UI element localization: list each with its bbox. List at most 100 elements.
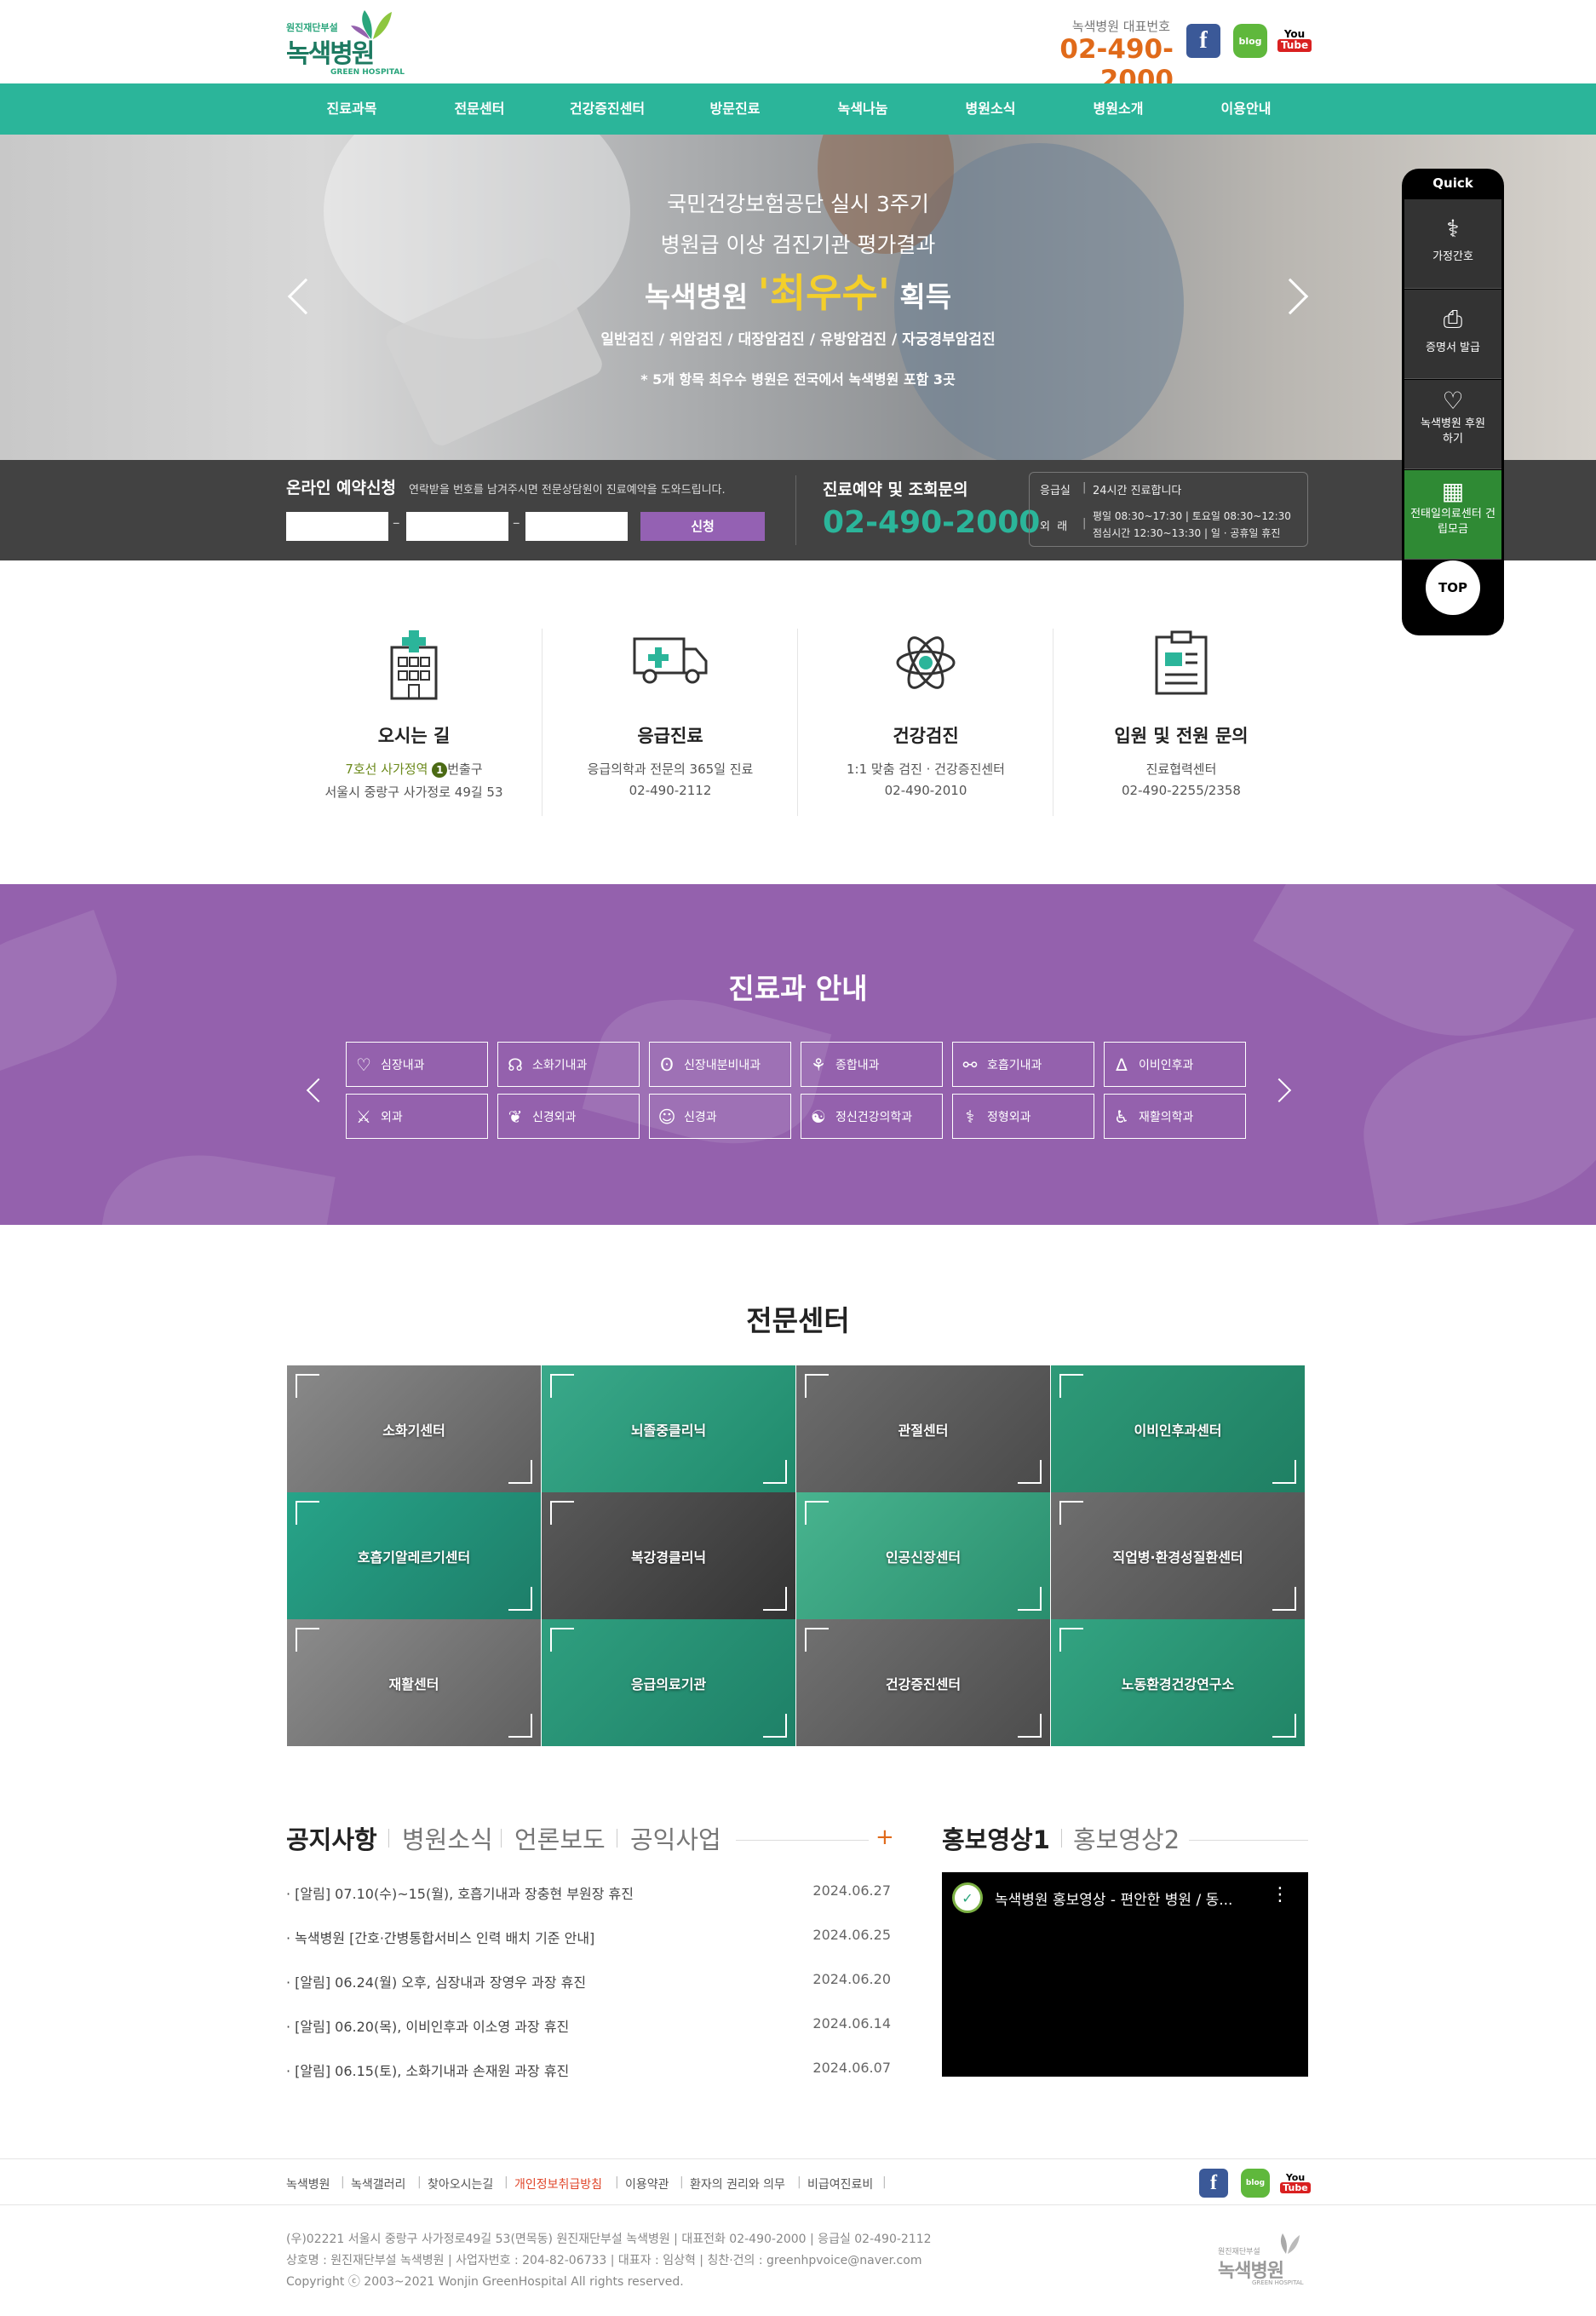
blog-icon[interactable]: blog (1233, 24, 1267, 58)
scroll-top-button[interactable]: TOP (1426, 560, 1480, 615)
center-ent[interactable]: 이비인후과센터 (1051, 1365, 1305, 1492)
footer-link-patient-rights[interactable]: 환자의 권리와 의무 (690, 2175, 785, 2192)
phone-input-1[interactable] (286, 512, 388, 541)
footer-link-nonpay[interactable]: 비급여진료비 (807, 2175, 873, 2192)
tab-hospital-news[interactable]: 병원소식 (402, 1820, 493, 1856)
dept-surgery[interactable]: ⚔ 외과 (346, 1094, 488, 1139)
quick-title: Quick (1432, 175, 1473, 191)
video-title[interactable]: 녹색병원 홍보영상 - 편안한 병원 / 동... (995, 1888, 1232, 1909)
nav-usage-guide[interactable]: 이용안내 (1182, 83, 1310, 135)
notice-item[interactable]: · [알림] 06.24(월) 오후, 심장내과 장영우 과장 휴진 2024.0… (286, 1971, 891, 1991)
footer-facebook-icon[interactable]: f (1199, 2169, 1228, 2198)
nav-home-visit[interactable]: 방문진료 (671, 83, 799, 135)
tab-notice[interactable]: 공지사항 (286, 1820, 377, 1856)
footer-link-terms[interactable]: 이용약관 (625, 2175, 669, 2192)
dept-nephrology[interactable]: ʘ 신장내분비내과 (649, 1042, 791, 1087)
hours-sep-1: | (1082, 481, 1087, 494)
nav-about[interactable]: 병원소개 (1054, 83, 1182, 135)
center-respiratory[interactable]: 호흡기알레르기센터 (287, 1492, 541, 1619)
nav-special-centers[interactable]: 전문센터 (416, 83, 543, 135)
hero-line-3-pre: 녹색병원 (644, 280, 749, 313)
quick-certificate[interactable]: ⎙ 증명서 발급 (1404, 290, 1501, 379)
footer-blog-icon[interactable]: blog (1241, 2169, 1270, 2198)
center-rehab[interactable]: 재활센터 (287, 1619, 541, 1746)
dept-neurosurgery[interactable]: ❦ 신경외과 (497, 1094, 640, 1139)
phone-input-3[interactable] (525, 512, 628, 541)
nav-health-center[interactable]: 건강증진센터 (543, 83, 671, 135)
inquiry-phone[interactable]: 02-490-2000 (823, 505, 1040, 540)
quick-link-title: 입원 및 전원 문의 (1114, 726, 1249, 746)
quick-center-fundraising[interactable]: ▦ 전태일의료센터 건립모금 (1404, 470, 1501, 560)
scalpel-icon: ⚔ (356, 1106, 371, 1127)
notice-more-button[interactable]: + (876, 1825, 894, 1850)
site-logo[interactable]: 원진재단부설 녹색병원 GREEN HOSPITAL (286, 7, 405, 78)
reservation-submit-button[interactable]: 신청 (640, 512, 765, 541)
departments-next-arrow[interactable] (1266, 1078, 1292, 1103)
nav-green-sharing[interactable]: 녹색나눔 (799, 83, 927, 135)
channel-avatar[interactable]: ✓ (952, 1882, 983, 1913)
dept-ent[interactable]: ∆ 이비인후과 (1104, 1042, 1246, 1087)
center-stroke[interactable]: 뇌졸중클리닉 (542, 1365, 795, 1492)
notice-title: · [알림] 06.20(목), 이비인후과 이소영 과장 휴진 (286, 2019, 570, 2035)
hero-line-4: 일반검진 / 위암검진 / 대장암검진 / 유방암검진 / 자궁경부암검진 (600, 331, 996, 348)
quick-link-admission[interactable]: 입원 및 전원 문의 진료협력센터 02-490-2255/2358 (1053, 629, 1309, 816)
facebook-icon[interactable]: f (1186, 24, 1220, 58)
hero-line-5: * 5개 항목 최우수 병원은 전국에서 녹색병원 포함 3곳 (640, 371, 956, 388)
tab-press[interactable]: 언론보도 (514, 1820, 606, 1856)
footer-link-hospital[interactable]: 녹색병원 (286, 2175, 330, 2192)
dept-gastroenterology[interactable]: ☊ 소화기내과 (497, 1042, 640, 1087)
youtube-icon[interactable]: You Tube (1277, 24, 1312, 58)
youtube-tube: Tube (1277, 39, 1312, 52)
quick-link-checkup[interactable]: 건강검진 1:1 맞춤 검진 · 건강증진센터 02-490-2010 (798, 629, 1053, 816)
footer-sep: | (882, 2175, 887, 2189)
phone-input-2[interactable] (406, 512, 508, 541)
notice-item[interactable]: · [알림] 06.15(토), 소화기내과 손재원 과장 휴진 2024.06.… (286, 2060, 891, 2080)
clipboard-icon (1053, 629, 1309, 705)
nav-departments[interactable]: 진료과목 (288, 83, 416, 135)
hero-highlight: '최우수' (757, 270, 890, 316)
departments-prev-arrow[interactable] (306, 1078, 331, 1103)
quick-link-emergency[interactable]: 응급진료 응급의학과 전문의 365일 진료 02-490-2112 (543, 629, 798, 816)
center-label: 재활센터 (388, 1675, 439, 1692)
dept-pulmonology[interactable]: ⚯ 호흡기내과 (952, 1042, 1094, 1087)
footer-link-directions[interactable]: 찾아오시는길 (428, 2175, 493, 2192)
heart-icon: ♡ (356, 1054, 371, 1075)
center-emergency[interactable]: 응급의료기관 (542, 1619, 795, 1746)
dept-psychiatry[interactable]: ☯ 정신건강의학과 (801, 1094, 943, 1139)
quick-link-title: 오시는 길 (377, 726, 451, 746)
center-dialysis[interactable]: 인공신장센터 (796, 1492, 1050, 1619)
center-laparoscopy[interactable]: 복강경클리닉 (542, 1492, 795, 1619)
center-digestive[interactable]: 소화기센터 (287, 1365, 541, 1492)
dept-cardiology[interactable]: ♡ 심장내과 (346, 1042, 488, 1087)
notice-title: · [알림] 06.15(토), 소화기내과 손재원 과장 휴진 (286, 2063, 570, 2079)
dept-label: 신경외과 (532, 1110, 577, 1124)
footer-link-privacy[interactable]: 개인정보취급방침 (514, 2175, 602, 2192)
dept-orthopedics[interactable]: ⚕ 정형외과 (952, 1094, 1094, 1139)
footer-link-gallery[interactable]: 녹색갤러리 (351, 2175, 405, 2192)
nurse-icon: ⚕ (1446, 215, 1460, 243)
center-labor-research[interactable]: 노동환경건강연구소 (1051, 1619, 1305, 1746)
center-joint[interactable]: 관절센터 (796, 1365, 1050, 1492)
quick-label: 증명서 발급 (1426, 342, 1480, 354)
center-health-promotion[interactable]: 건강증진센터 (796, 1619, 1050, 1746)
youtube-you: You (1283, 28, 1306, 40)
quick-donate[interactable]: ♡ 녹색병원 후원하기 (1404, 380, 1501, 469)
dept-neurology[interactable]: ☺ 신경과 (649, 1094, 791, 1139)
dept-internal-medicine[interactable]: ⚘ 종합내과 (801, 1042, 943, 1087)
footer-youtube-icon[interactable]: You Tube (1280, 2169, 1311, 2198)
dept-rehabilitation[interactable]: ♿ 재활의학과 (1104, 1094, 1246, 1139)
nav-hospital-news[interactable]: 병원소식 (927, 83, 1054, 135)
notice-title: · [알림] 07.10(수)~15(월), 호흡기내과 장충현 부원장 휴진 (286, 1886, 634, 1902)
hero-line-3-post: 획득 (899, 280, 952, 313)
video-player[interactable]: ✓ 녹색병원 홍보영상 - 편안한 병원 / 동... ⋮ (942, 1872, 1308, 2077)
notice-item[interactable]: · [알림] 06.20(목), 이비인후과 이소영 과장 휴진 2024.06.… (286, 2015, 891, 2036)
center-occupational[interactable]: 직업병·환경성질환센터 (1051, 1492, 1305, 1619)
tab-public-projects[interactable]: 공익사업 (630, 1820, 721, 1856)
video-menu-icon[interactable]: ⋮ (1271, 1884, 1289, 1905)
notice-item[interactable]: · 녹색병원 [간호·간병통합서비스 인력 배치 기준 안내] 2024.06.2… (286, 1927, 891, 1947)
quick-link-directions[interactable]: 오시는 길 7호선 사가정역 1 번출구 서울시 중랑구 사가정로 49길 53 (286, 629, 542, 816)
tab-video-2[interactable]: 홍보영상2 (1073, 1820, 1180, 1856)
notice-item[interactable]: · [알림] 07.10(수)~15(월), 호흡기내과 장충현 부원장 휴진 2… (286, 1882, 891, 1903)
tab-video-1[interactable]: 홍보영상1 (942, 1820, 1050, 1856)
quick-home-nursing[interactable]: ⚕ 가정간호 (1404, 199, 1501, 289)
